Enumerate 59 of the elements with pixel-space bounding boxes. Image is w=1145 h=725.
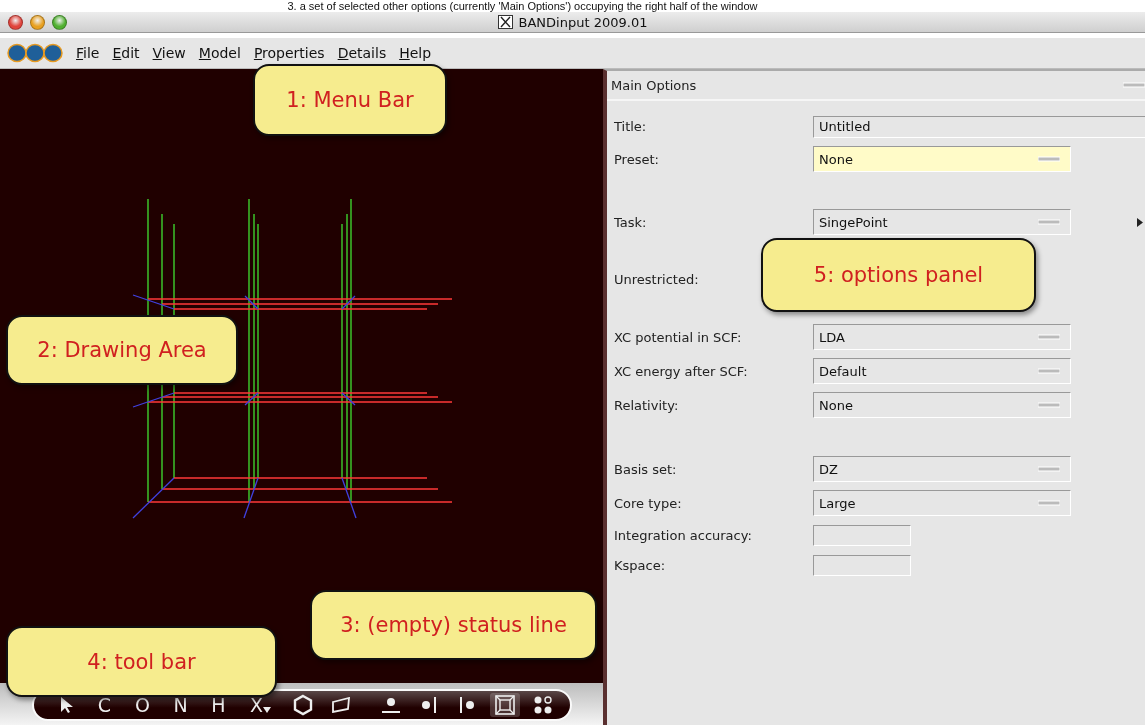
callout-label: 3: (empty) status line <box>310 590 597 660</box>
stripe-icon <box>1038 156 1060 162</box>
stripe-icon <box>1038 500 1060 506</box>
input-field[interactable] <box>813 524 911 546</box>
field-label: Core type: <box>614 495 683 511</box>
field-label: XC energy after SCF: <box>614 363 749 379</box>
box-view-icon[interactable] <box>494 695 515 715</box>
field-label: Relativity: <box>614 397 680 413</box>
field-label: Preset: <box>614 151 660 167</box>
callout-label: 4: tool bar <box>6 626 277 697</box>
title-input[interactable]: Untitled <box>813 115 1145 138</box>
x-window-icon <box>497 15 513 29</box>
zoom-button[interactable] <box>52 14 67 30</box>
dots-icon[interactable] <box>532 695 553 715</box>
input-field[interactable] <box>813 554 911 576</box>
callout-label: 5: options panel <box>761 238 1036 312</box>
close-button[interactable] <box>8 14 23 30</box>
field-label: Title: <box>614 119 648 134</box>
dropdown[interactable]: None <box>813 146 1071 172</box>
dot-line-icon[interactable] <box>380 696 401 714</box>
panel-title: Main Options <box>611 77 697 93</box>
field-label: Task: <box>614 214 648 230</box>
menu-item[interactable]: Details <box>337 45 387 61</box>
field-label: Integration accuracy: <box>614 527 753 543</box>
dropdown[interactable]: SingePoint <box>813 209 1071 235</box>
dropdown[interactable]: DZ <box>813 456 1071 482</box>
callout-label: 1: Menu Bar <box>253 64 447 136</box>
menu-item[interactable]: File <box>76 45 100 61</box>
caret-icon <box>263 707 271 713</box>
minimize-button[interactable] <box>30 14 45 30</box>
callout-label: 2: Drawing Area <box>6 315 238 385</box>
stripe-icon <box>1123 82 1145 88</box>
dot-bar-icon[interactable] <box>419 696 438 714</box>
field-label: Basis set: <box>614 461 678 477</box>
menu-item[interactable]: View <box>152 45 186 61</box>
dropdown[interactable]: None <box>813 392 1071 418</box>
stripe-icon <box>1038 402 1060 408</box>
field-label: Unrestricted: <box>614 271 700 287</box>
stripe-icon <box>1038 219 1060 225</box>
dropdown[interactable]: Default <box>813 358 1071 384</box>
logo-icon <box>7 43 63 63</box>
dropdown[interactable]: LDA <box>813 324 1071 350</box>
menu-item[interactable]: Properties <box>253 45 325 61</box>
stripe-icon <box>1038 466 1060 472</box>
stripe-icon <box>1038 368 1060 374</box>
caption-text: 3. a set of selected other options (currently 'Main Options') occupying the right half of the window <box>287 0 759 12</box>
menu-item[interactable]: Model <box>198 45 241 61</box>
window-title: BANDinput 2009.01 <box>518 14 648 30</box>
more-arrow-icon[interactable] <box>1137 217 1143 227</box>
menu-item[interactable]: Edit <box>112 45 140 61</box>
bar-dot-icon[interactable] <box>457 696 476 714</box>
parallelogram-icon[interactable] <box>330 697 351 713</box>
field-label: Kspace: <box>614 557 667 573</box>
menu-item[interactable]: Help <box>399 45 432 61</box>
stripe-icon <box>1038 334 1060 340</box>
hexagon-icon[interactable] <box>292 694 313 716</box>
pointer-icon[interactable] <box>59 696 74 714</box>
field-label: XC potential in SCF: <box>614 329 743 345</box>
dropdown[interactable]: Large <box>813 490 1071 516</box>
